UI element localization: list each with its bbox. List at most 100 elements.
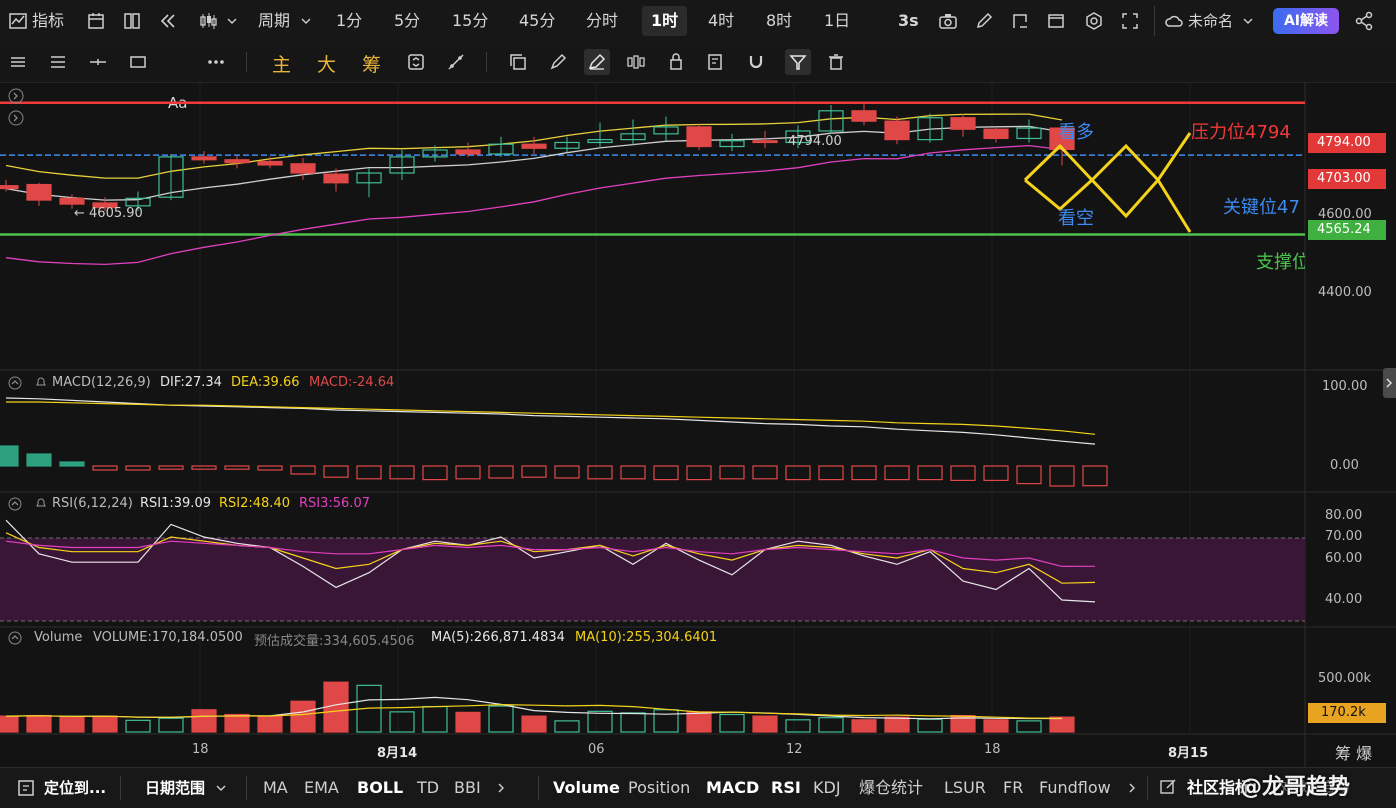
copy-icon[interactable] xyxy=(508,52,528,72)
indicator-button[interactable]: 指标 xyxy=(32,0,64,42)
boll-lower-line xyxy=(5,144,1063,266)
sub-indicator-kdj[interactable]: KDJ xyxy=(813,768,841,808)
sub-indicator-macd[interactable]: MACD xyxy=(706,768,759,808)
interval-4h[interactable]: 4时 xyxy=(708,0,734,42)
main-indicator-td[interactable]: TD xyxy=(417,768,439,808)
chip-tool[interactable]: 筹 xyxy=(362,50,381,77)
share-icon[interactable] xyxy=(1354,11,1374,31)
collapse-icon[interactable] xyxy=(8,497,22,511)
expand-icon[interactable] xyxy=(8,110,24,126)
edit-indicator-icon[interactable] xyxy=(1159,778,1177,796)
macd-dea-line xyxy=(6,401,1096,435)
volume-title[interactable]: Volume xyxy=(34,630,82,645)
volume-value: VOLUME:170,184.0500 xyxy=(93,630,243,645)
filter-icon[interactable] xyxy=(785,49,811,75)
collapse-icon[interactable] xyxy=(8,376,22,390)
layout-name[interactable]: 未命名 xyxy=(1188,0,1233,42)
horizontal-lines-icon[interactable] xyxy=(48,52,68,72)
volume-bar xyxy=(818,717,844,733)
volume-bar xyxy=(917,718,943,733)
locate-button[interactable]: 定位到... xyxy=(44,768,106,808)
interval-1h[interactable]: 1时 xyxy=(642,6,688,36)
candle xyxy=(521,143,547,149)
pencil-icon[interactable] xyxy=(974,11,994,31)
time-tick: 18 xyxy=(192,742,209,757)
chevron-down-icon[interactable] xyxy=(222,11,237,31)
sub-indicator-volume[interactable]: Volume xyxy=(553,768,620,808)
camera-icon[interactable] xyxy=(938,11,958,31)
chevron-right-icon[interactable] xyxy=(495,778,507,798)
interval-timeline[interactable]: 分时 xyxy=(586,0,618,42)
side-panel-toggle[interactable] xyxy=(1383,368,1396,398)
rewind-icon[interactable] xyxy=(158,11,178,31)
sub-indicator-lsur[interactable]: LSUR xyxy=(944,768,986,808)
period-button[interactable]: 周期 xyxy=(258,0,290,42)
sub-indicator-liquidation[interactable]: 爆仓统计 xyxy=(859,768,923,808)
chevron-right-icon[interactable] xyxy=(1126,778,1138,798)
high-price-marker: 4794.00 xyxy=(788,134,842,149)
sub-indicator-position[interactable]: Position xyxy=(628,768,690,808)
settings-icon[interactable] xyxy=(1084,11,1104,31)
interval-1d[interactable]: 1日 xyxy=(824,0,850,42)
locate-icon[interactable] xyxy=(16,778,36,798)
trash-icon[interactable] xyxy=(826,52,846,72)
bear-scenario-path[interactable] xyxy=(1024,177,1192,233)
bell-icon[interactable] xyxy=(34,375,48,389)
horizontal-ray-icon[interactable] xyxy=(88,52,108,72)
chart-area[interactable]: 4794.00 ← 4605.90 看多 看空 压力位4794 关键位47 支撑… xyxy=(0,82,1396,767)
window-icon[interactable] xyxy=(1046,11,1066,31)
main-force-tool[interactable]: 主 xyxy=(272,50,291,77)
rectangle-icon[interactable] xyxy=(128,52,148,72)
chevron-down-icon[interactable] xyxy=(215,778,227,798)
macd-tick: 100.00 xyxy=(1322,379,1368,394)
macd-pane-plot xyxy=(0,397,1108,487)
ai-analysis-button[interactable]: AI解读 xyxy=(1273,8,1339,34)
sub-indicator-rsi[interactable]: RSI xyxy=(771,768,801,808)
replay-speed[interactable]: 3s xyxy=(898,0,919,42)
grid-layout-icon[interactable] xyxy=(122,11,142,31)
candle-type-icon[interactable] xyxy=(198,11,218,31)
chevron-down-icon[interactable] xyxy=(296,11,311,31)
chart-canvas[interactable] xyxy=(0,82,1396,767)
sub-indicator-fr[interactable]: FR xyxy=(1003,768,1023,808)
low-price-marker: ← 4605.90 xyxy=(74,206,143,221)
collapse-icon[interactable] xyxy=(8,631,22,645)
fullscreen-icon[interactable] xyxy=(1120,11,1140,31)
interval-5m[interactable]: 5分 xyxy=(394,0,420,42)
brush-icon[interactable] xyxy=(548,52,568,72)
indicator-icon[interactable] xyxy=(8,11,28,31)
expand-icon[interactable] xyxy=(8,88,24,104)
interval-8h[interactable]: 8时 xyxy=(766,0,792,42)
macd-bar xyxy=(818,465,844,481)
edit-list-icon[interactable] xyxy=(706,52,726,72)
highlighter-icon[interactable] xyxy=(584,49,610,75)
cloud-icon[interactable] xyxy=(1164,11,1184,31)
trend-tool-icon[interactable] xyxy=(446,52,466,72)
sub-indicator-fundflow[interactable]: Fundflow xyxy=(1039,768,1111,808)
axis-tools[interactable]: 筹 爆 xyxy=(1335,740,1372,764)
volume-ma10: MA(10):255,304.6401 xyxy=(575,630,718,645)
date-range-button[interactable]: 日期范围 xyxy=(145,768,205,808)
macd-bar xyxy=(851,465,877,481)
note-icon[interactable] xyxy=(1010,11,1030,31)
magnet-icon[interactable] xyxy=(746,52,766,72)
calendar-icon[interactable] xyxy=(86,11,106,31)
measure-icon[interactable] xyxy=(626,52,646,72)
interval-15m[interactable]: 15分 xyxy=(452,0,488,42)
rsi-title[interactable]: RSI(6,12,24) xyxy=(52,496,133,511)
big-order-tool[interactable]: 大 xyxy=(317,50,336,77)
main-indicator-ma[interactable]: MA xyxy=(263,768,288,808)
sync-icon[interactable] xyxy=(406,52,426,72)
bell-icon[interactable] xyxy=(34,496,48,510)
macd-bar xyxy=(1049,465,1075,487)
interval-1m[interactable]: 1分 xyxy=(336,0,362,42)
interval-45m[interactable]: 45分 xyxy=(519,0,555,42)
main-indicator-boll[interactable]: BOLL xyxy=(357,768,403,808)
lock-icon[interactable] xyxy=(666,52,686,72)
menu-icon[interactable] xyxy=(8,52,28,72)
more-icon[interactable] xyxy=(206,52,226,72)
main-indicator-bbi[interactable]: BBI xyxy=(454,768,481,808)
macd-title[interactable]: MACD(12,26,9) xyxy=(52,375,151,390)
chevron-down-icon[interactable] xyxy=(1238,11,1253,31)
main-indicator-ema[interactable]: EMA xyxy=(304,768,339,808)
